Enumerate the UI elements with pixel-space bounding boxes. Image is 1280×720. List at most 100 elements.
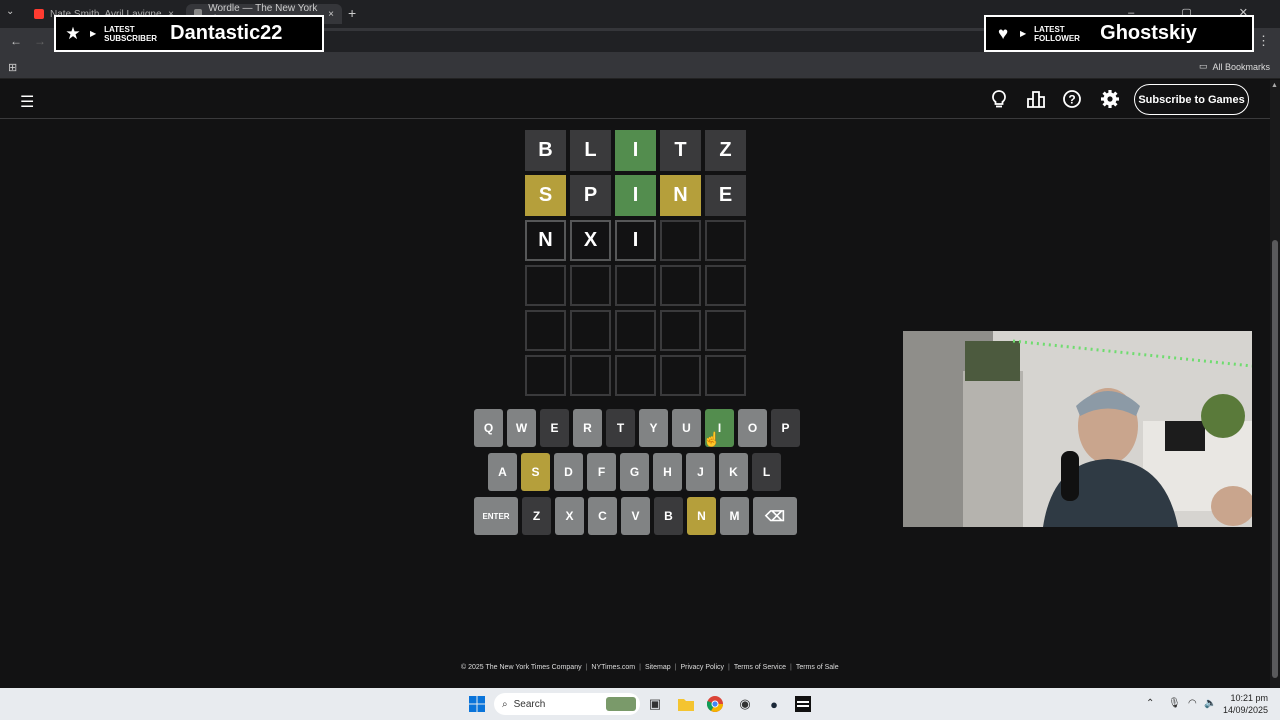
- key-p[interactable]: P: [771, 409, 800, 447]
- help-icon[interactable]: ?: [1060, 89, 1084, 114]
- steam-icon[interactable]: ●: [765, 695, 783, 713]
- wifi-icon[interactable]: ◠: [1188, 698, 1197, 709]
- footer-link[interactable]: © 2025 The New York Times Company: [461, 664, 582, 671]
- key-y[interactable]: Y: [639, 409, 668, 447]
- footer-separator: |: [585, 664, 588, 671]
- key-t[interactable]: T: [606, 409, 635, 447]
- key-c[interactable]: C: [588, 497, 617, 535]
- volume-icon[interactable]: 🔈: [1204, 698, 1216, 709]
- bookmarks-bar: [0, 55, 1280, 79]
- new-tab-button[interactable]: +: [348, 5, 356, 21]
- task-view-icon[interactable]: ▣: [646, 695, 664, 713]
- settings-gear-icon[interactable]: [1098, 89, 1122, 114]
- board-tile: [705, 265, 746, 306]
- key-n[interactable]: N: [687, 497, 716, 535]
- board-tile: L: [570, 130, 611, 171]
- key-v[interactable]: V: [621, 497, 650, 535]
- board-tile: P: [570, 175, 611, 216]
- board-tile: [705, 310, 746, 351]
- arrow-right-icon: ▶: [90, 29, 97, 38]
- key-r[interactable]: R: [573, 409, 602, 447]
- board-tile: I: [615, 130, 656, 171]
- key-j[interactable]: J: [686, 453, 715, 491]
- subscriber-name: Dantastic22: [170, 22, 283, 44]
- overlay-label: LATEST FOLLOWER: [1034, 24, 1080, 43]
- windows-start-icon[interactable]: [468, 695, 486, 713]
- scrollbar-thumb[interactable]: [1272, 240, 1278, 678]
- tab-close-icon[interactable]: ×: [328, 9, 334, 20]
- footer-link[interactable]: Privacy Policy: [680, 664, 724, 671]
- key-g[interactable]: G: [620, 453, 649, 491]
- chrome-icon[interactable]: [706, 695, 724, 713]
- menu-hamburger-icon[interactable]: ☰: [20, 92, 34, 112]
- keyboard-row-3: ENTER Z X C V B N M ⌫: [474, 497, 797, 535]
- board-tile: [525, 265, 566, 306]
- overlay-label: LATEST SUBSCRIBER: [104, 24, 158, 43]
- board-tile: [705, 220, 746, 261]
- key-w[interactable]: W: [507, 409, 536, 447]
- board-tile: N: [660, 175, 701, 216]
- key-q[interactable]: Q: [474, 409, 503, 447]
- key-l[interactable]: L: [752, 453, 781, 491]
- back-icon[interactable]: ←: [10, 34, 22, 48]
- board-tile: X: [570, 220, 611, 261]
- scroll-up-icon[interactable]: ▲: [1271, 82, 1278, 89]
- key-o[interactable]: O: [738, 409, 767, 447]
- footer-link[interactable]: NYTimes.com: [591, 664, 635, 671]
- key-a[interactable]: A: [488, 453, 517, 491]
- microphone-icon[interactable]: 🎙: [1168, 698, 1181, 709]
- search-icon: ⌕: [502, 698, 508, 710]
- key-enter[interactable]: ENTER: [474, 497, 518, 535]
- board-tile: I: [615, 220, 656, 261]
- footer-link[interactable]: Terms of Sale: [796, 664, 839, 671]
- mouse-cursor-icon: ☝: [703, 431, 721, 447]
- board-tile: [570, 265, 611, 306]
- forward-icon[interactable]: →: [34, 34, 46, 48]
- tab-search-icon[interactable]: ⌄: [6, 6, 14, 17]
- key-m[interactable]: M: [720, 497, 749, 535]
- board-tile: [570, 310, 611, 351]
- board-tile: [570, 355, 611, 396]
- board-tile: [525, 355, 566, 396]
- file-explorer-icon[interactable]: [677, 695, 695, 713]
- more-options-icon[interactable]: ⋮: [1257, 33, 1270, 49]
- subscribe-to-games-button[interactable]: Subscribe to Games: [1134, 84, 1249, 115]
- board-tile: B: [525, 130, 566, 171]
- key-k[interactable]: K: [719, 453, 748, 491]
- folder-icon: ▭: [1198, 61, 1208, 71]
- key-e[interactable]: E: [540, 409, 569, 447]
- key-s[interactable]: S: [521, 453, 550, 491]
- board-tile: Z: [705, 130, 746, 171]
- keyboard-row-1: QWERTYUIOP: [474, 409, 800, 447]
- key-h[interactable]: H: [653, 453, 682, 491]
- footer-link[interactable]: Terms of Service: [734, 664, 786, 671]
- key-d[interactable]: D: [554, 453, 583, 491]
- key-u[interactable]: U: [672, 409, 701, 447]
- board-tile: [660, 220, 701, 261]
- game-board: BLITZSPINENXI: [525, 130, 746, 396]
- call-of-duty-icon[interactable]: [794, 695, 812, 713]
- key-x[interactable]: X: [555, 497, 584, 535]
- show-hidden-icons-icon[interactable]: ⌃: [1146, 698, 1154, 709]
- key-z[interactable]: Z: [522, 497, 551, 535]
- apps-grid-icon[interactable]: ⊞: [8, 61, 17, 74]
- taskbar-search-input[interactable]: ⌕ Search: [494, 693, 640, 715]
- key-backspace-icon[interactable]: ⌫: [753, 497, 797, 535]
- stats-icon[interactable]: [1024, 89, 1048, 114]
- all-bookmarks[interactable]: ▭ All Bookmarks: [1199, 61, 1270, 72]
- board-tile: S: [525, 175, 566, 216]
- obs-icon[interactable]: ◉: [736, 695, 754, 713]
- footer-link[interactable]: Sitemap: [645, 664, 671, 671]
- taskbar-clock[interactable]: 10:21 pm 14/09/2025: [1222, 692, 1268, 716]
- windows-taskbar: [0, 688, 1280, 720]
- board-tile: I: [615, 175, 656, 216]
- hint-lightbulb-icon[interactable]: [987, 89, 1011, 114]
- board-tile: [525, 310, 566, 351]
- footer-separator: |: [639, 664, 641, 671]
- key-f[interactable]: F: [587, 453, 616, 491]
- board-tile: [660, 310, 701, 351]
- star-icon: ★: [65, 23, 81, 43]
- footer-links: © 2025 The New York Times Company | NYTime…: [461, 664, 839, 671]
- board-tile: [615, 265, 656, 306]
- key-b[interactable]: B: [654, 497, 683, 535]
